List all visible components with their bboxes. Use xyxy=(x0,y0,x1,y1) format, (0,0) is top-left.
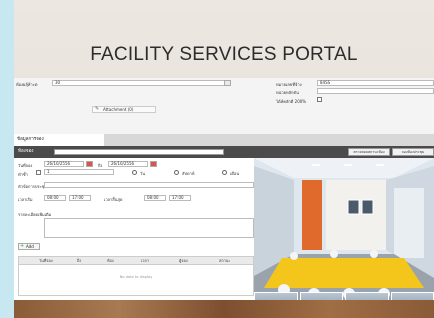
slide: FACILITY SERVICES PORTAL ห้องผลุ้ห้าะต 3… xyxy=(14,0,434,310)
topic-input[interactable] xyxy=(44,182,254,188)
start-time-hour[interactable]: 08:00 xyxy=(44,195,66,201)
add-button[interactable]: + Add xyxy=(18,243,40,250)
col-header[interactable]: ห้อง xyxy=(107,257,114,265)
topic-label: หัวข้อการประชุม xyxy=(18,184,48,189)
col-header[interactable]: ถึง xyxy=(77,257,81,265)
grid-header: วันที่จอง ถึง ห้อง เวลา ผู้จอง สถานะ xyxy=(19,257,253,265)
location-label: ห้องผลุ้ห้าะต xyxy=(16,82,38,87)
repeat-month-label: เดือน xyxy=(230,171,240,176)
repeat-checkbox[interactable] xyxy=(36,170,41,175)
percent-checkbox[interactable] xyxy=(317,97,322,102)
end-time-hour[interactable]: 08:00 xyxy=(144,195,166,201)
repeat-count-input[interactable]: 1 xyxy=(44,169,114,175)
start-date-input[interactable]: 26/10/2556 xyxy=(44,161,84,167)
room-select[interactable] xyxy=(54,149,224,155)
col-header[interactable]: เวลา xyxy=(141,257,149,265)
detail-label: รายละเอียดเพิ่มเติม xyxy=(18,212,52,217)
wood-floor-strip xyxy=(14,300,434,318)
calendar-icon[interactable] xyxy=(150,161,157,167)
repeat-month-radio[interactable] xyxy=(222,170,227,175)
unit-label: หน่วยหลักดัน xyxy=(276,90,299,95)
room-toolbar: ห้องจอง ตรวจสอบสถานะห้อง จองห้องประชุม xyxy=(14,146,434,158)
meeting-room-illustration xyxy=(254,158,434,310)
header-form: ห้องผลุ้ห้าะต 30 หมายเลขที่จ้าง 84SS หน่… xyxy=(14,78,434,134)
repeat-week-label: สัปดาห์ xyxy=(182,171,195,176)
paperclip-icon: ✎ xyxy=(95,106,100,112)
room-label: ห้องจอง xyxy=(18,149,34,154)
left-accent-bar xyxy=(0,0,14,318)
check-status-button[interactable]: ตรวจสอบสถานะห้อง xyxy=(348,148,390,156)
add-label: Add xyxy=(26,244,34,249)
section-header: ข้อมูลการจอง xyxy=(14,134,434,146)
repeat-label: ทำซ้ำ xyxy=(18,172,28,177)
plus-icon: + xyxy=(20,243,25,249)
code-input[interactable]: 84SS xyxy=(317,80,434,86)
unit-input[interactable] xyxy=(317,88,434,94)
location-input[interactable]: 30 xyxy=(52,80,227,86)
start-date-label: วันที่จอง xyxy=(18,163,33,168)
start-time-label: เวลาเริ่ม xyxy=(18,197,33,202)
end-time-minute[interactable]: 17:00 xyxy=(169,195,191,201)
booking-info-tab[interactable]: ข้อมูลการจอง xyxy=(14,134,104,146)
calendar-icon[interactable] xyxy=(86,161,93,167)
location-lookup-button[interactable] xyxy=(224,80,231,86)
slide-title: FACILITY SERVICES PORTAL xyxy=(90,44,358,65)
attachment-button[interactable]: ✎ Attachment (0) xyxy=(92,106,156,113)
to-label: ถึง xyxy=(98,163,103,168)
repeat-day-label: วัน xyxy=(140,171,145,176)
percent-label: ได้ห์คลักดี 200% xyxy=(276,99,307,104)
start-time-minute[interactable]: 17:00 xyxy=(69,195,91,201)
code-label: หมายเลขที่จ้าง xyxy=(276,82,302,87)
end-date-input[interactable]: 26/10/2556 xyxy=(108,161,148,167)
repeat-day-radio[interactable] xyxy=(132,170,137,175)
book-room-button[interactable]: จองห้องประชุม xyxy=(392,148,434,156)
portal-screenshot: ห้องผลุ้ห้าะต 30 หมายเลขที่จ้าง 84SS หน่… xyxy=(14,78,434,310)
detail-textarea[interactable] xyxy=(44,218,254,238)
attachment-label: Attachment (0) xyxy=(103,107,134,112)
end-time-label: เวลาสิ้นสุด xyxy=(104,197,123,202)
meeting-room-photo xyxy=(254,158,434,310)
booking-grid: วันที่จอง ถึง ห้อง เวลา ผู้จอง สถานะ No … xyxy=(18,256,254,296)
repeat-week-radio[interactable] xyxy=(174,170,179,175)
col-header[interactable]: วันที่จอง xyxy=(39,257,53,265)
col-header[interactable]: ผู้จอง xyxy=(179,257,188,265)
grid-empty-text: No data to display xyxy=(119,275,153,279)
col-header[interactable]: สถานะ xyxy=(219,257,230,265)
